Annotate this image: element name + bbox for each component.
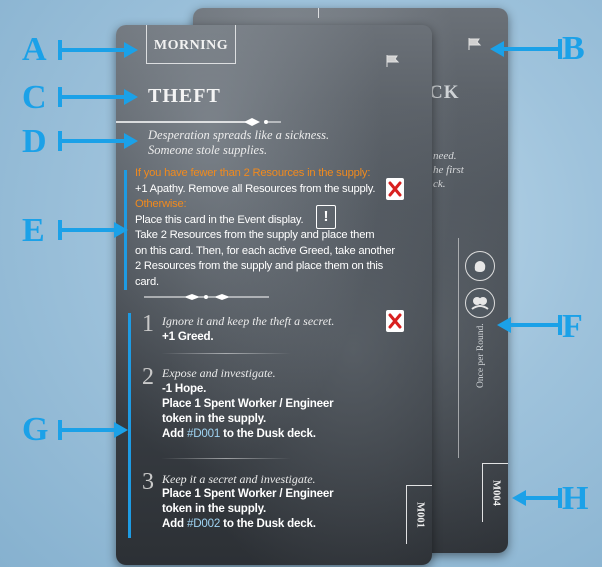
option-number: 1: [142, 311, 154, 337]
callout-letter-g: G: [22, 411, 49, 448]
divider-ornament: [144, 294, 269, 300]
cross-icon: [386, 310, 404, 332]
option-flavor: Expose and investigate.: [162, 366, 276, 380]
cooperation-icon: [465, 288, 495, 318]
callout-letter-c: C: [22, 79, 47, 116]
effect-text: Place this card in the Event display.: [135, 213, 304, 226]
deck-code: #D002: [186, 517, 221, 530]
callout-arrow-b: [490, 39, 562, 59]
option-effect: -1 Hope.: [162, 382, 207, 395]
effect-text: on this card. Then, for each active Gree…: [135, 244, 395, 257]
option-flavor: Ignore it and keep the theft a secret.: [162, 314, 335, 328]
option-effect: Add #D001 to the Dusk deck.: [162, 427, 316, 440]
time-of-day-label: MORNING: [153, 38, 229, 53]
callout-arrow-g: [58, 420, 128, 440]
option-effect: +1 Greed.: [162, 330, 214, 343]
flavor-line: Desperation spreads like a sickness.: [148, 128, 330, 142]
fist-icon: [465, 251, 495, 281]
event-effect-block: If you have fewer than 2 Resources in th…: [135, 166, 400, 290]
flavor-text: Desperation spreads like a sickness. Som…: [148, 128, 388, 158]
time-of-day-box: MORNING: [146, 25, 236, 64]
front-card-id: M001: [406, 485, 432, 544]
effect-text: Take 2 Resources from the supply and pla…: [135, 229, 375, 241]
callout-arrow-a: [58, 40, 138, 60]
front-card: MORNING THEFT Desperation spreads like a…: [116, 25, 432, 565]
callout-arrow-h: [512, 488, 562, 508]
title-underline-ornament: [116, 118, 281, 126]
option-effect: Place 1 Spent Worker / Engineer: [162, 397, 334, 410]
back-card-id: M004: [482, 463, 508, 522]
callout-letter-f: F: [562, 308, 583, 345]
option-effect: Place 1 Spent Worker / Engineer: [162, 487, 334, 500]
callout-letter-d: D: [22, 123, 47, 160]
option-number: 2: [142, 364, 154, 390]
callout-arrow-d: [58, 131, 138, 151]
callout-arrow-c: [58, 87, 138, 107]
flag-icon: [468, 38, 482, 50]
option-number: 3: [142, 469, 154, 495]
card-title: THEFT: [148, 85, 221, 107]
option-divider: [161, 353, 291, 354]
callout-letter-h: H: [562, 480, 589, 517]
option-effect: Add #D002 to the Dusk deck.: [162, 517, 316, 530]
back-card-text: need.: [433, 150, 457, 162]
frame-tick: [318, 8, 319, 18]
side-divider: [458, 238, 459, 458]
options-bar: [128, 313, 131, 538]
callout-letter-e: E: [22, 212, 45, 249]
option-effect: token in the supply.: [162, 412, 267, 425]
once-per-round-text: Once per Round.: [476, 323, 486, 388]
deck-code: #D001: [186, 427, 221, 440]
condition-text: If you have fewer than 2 Resources in th…: [135, 167, 371, 179]
option-divider: [161, 458, 291, 459]
effect-text: +1 Apathy. Remove all Resources from the…: [135, 182, 376, 195]
alert-icon: !: [316, 205, 336, 229]
effect-text: 2 Resources from the supply and place th…: [135, 260, 384, 288]
callout-letter-b: B: [562, 30, 585, 67]
back-card-title: CK: [429, 82, 460, 103]
back-card-text: ck.: [433, 178, 446, 190]
option-flavor: Keep it a secret and investigate.: [162, 472, 316, 486]
flavor-line: Someone stole supplies.: [148, 143, 268, 157]
callout-arrow-e: [58, 220, 128, 240]
callout-letter-a: A: [22, 31, 47, 68]
cross-icon: [386, 178, 404, 200]
back-card-text: he first: [433, 164, 464, 176]
option-effect: token in the supply.: [162, 502, 267, 515]
callout-arrow-f: [497, 315, 562, 335]
condition-text: Otherwise:: [135, 198, 187, 210]
flag-icon: [386, 55, 400, 67]
